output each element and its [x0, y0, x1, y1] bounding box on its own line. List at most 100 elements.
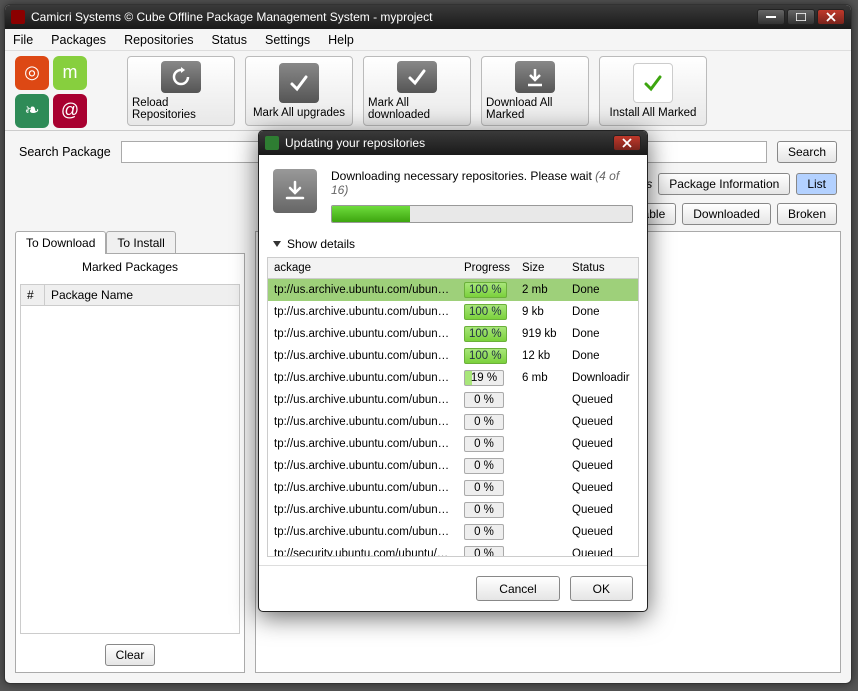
cell-status: Done: [566, 301, 638, 323]
download-row[interactable]: tp://us.archive.ubuntu.com/ubuntu/dists/…: [268, 367, 638, 389]
search-button[interactable]: Search: [777, 141, 837, 163]
menubar: File Packages Repositories Status Settings He…: [5, 29, 851, 51]
mark-dl-button[interactable]: Mark All downloaded: [363, 56, 471, 126]
app-icon: [11, 10, 25, 24]
cell-size: 919 kb: [516, 323, 566, 345]
broken-button[interactable]: Broken: [777, 203, 837, 225]
tab-to-install[interactable]: To Install: [106, 231, 175, 254]
cell-status: Queued: [566, 389, 638, 411]
cell-progress: 0 %: [458, 389, 516, 411]
menu-help[interactable]: Help: [328, 33, 354, 47]
menu-settings[interactable]: Settings: [265, 33, 310, 47]
ok-button[interactable]: OK: [570, 576, 633, 601]
download-row[interactable]: tp://us.archive.ubuntu.com/ubuntu/dists/…: [268, 521, 638, 543]
download-row[interactable]: tp://us.archive.ubuntu.com/ubuntu/dists/…: [268, 411, 638, 433]
cell-progress: 0 %: [458, 543, 516, 557]
download-row[interactable]: tp://us.archive.ubuntu.com/ubuntu/dists/…: [268, 301, 638, 323]
col-progress[interactable]: Progress: [458, 258, 516, 279]
minimize-button[interactable]: [757, 9, 785, 25]
download-row[interactable]: tp://us.archive.ubuntu.com/ubuntu/dists/…: [268, 345, 638, 367]
cell-status: Queued: [566, 499, 638, 521]
side-panel-body: Marked Packages # Package Name Clear: [15, 253, 245, 673]
cell-package: tp://us.archive.ubuntu.com/ubuntu/dists/…: [268, 367, 458, 389]
mark-dl-label: Mark All downloaded: [368, 97, 466, 121]
cell-package: tp://us.archive.ubuntu.com/ubuntu/dists/…: [268, 411, 458, 433]
close-button[interactable]: [817, 9, 845, 25]
tab-to-download[interactable]: To Download: [15, 231, 106, 254]
menu-file[interactable]: File: [13, 33, 33, 47]
download-row[interactable]: tp://us.archive.ubuntu.com/ubuntu/dists/…: [268, 455, 638, 477]
cell-progress: 19 %: [458, 367, 516, 389]
menu-repositories[interactable]: Repositories: [124, 33, 193, 47]
cell-size: 9 kb: [516, 301, 566, 323]
menu-status[interactable]: Status: [212, 33, 247, 47]
download-row[interactable]: tp://us.archive.ubuntu.com/ubuntu/dists/…: [268, 477, 638, 499]
cell-progress: 0 %: [458, 499, 516, 521]
col-size[interactable]: Size: [516, 258, 566, 279]
mark-upg-button[interactable]: Mark All upgrades: [245, 56, 353, 126]
cancel-button[interactable]: Cancel: [476, 576, 559, 601]
maximize-button[interactable]: [787, 9, 815, 25]
reload-icon: [161, 61, 201, 93]
cell-size: [516, 411, 566, 433]
cell-status: Done: [566, 345, 638, 367]
cell-progress: 0 %: [458, 521, 516, 543]
dialog-title: Updating your repositories: [285, 136, 425, 150]
ubuntu-icon: ◎: [15, 56, 49, 90]
cell-package: tp://us.archive.ubuntu.com/ubuntu/dists/…: [268, 389, 458, 411]
cell-status: Queued: [566, 543, 638, 557]
toolbar: ◎ m ❧ @ Reload RepositoriesMark All upgr…: [5, 51, 851, 131]
cell-progress: 0 %: [458, 411, 516, 433]
cell-package: tp://us.archive.ubuntu.com/ubuntu/dists/…: [268, 521, 458, 543]
chevron-down-icon: [273, 241, 281, 247]
cell-package: tp://us.archive.ubuntu.com/ubuntu/dists/…: [268, 499, 458, 521]
main-titlebar[interactable]: Camicri Systems © Cube Offline Package M…: [5, 5, 851, 29]
downloaded-button[interactable]: Downloaded: [682, 203, 771, 225]
col-number[interactable]: #: [21, 285, 45, 305]
cell-package: tp://us.archive.ubuntu.com/ubuntu/dists/…: [268, 477, 458, 499]
dialog-titlebar[interactable]: Updating your repositories: [259, 131, 647, 155]
side-tabs: To Download To Install: [15, 231, 245, 254]
cell-size: [516, 477, 566, 499]
download-icon: [515, 61, 555, 93]
window-title: Camicri Systems © Cube Offline Package M…: [31, 10, 432, 24]
install-marked-label: Install All Marked: [610, 107, 697, 119]
col-status[interactable]: Status: [566, 258, 638, 279]
cell-size: [516, 433, 566, 455]
cell-package: tp://us.archive.ubuntu.com/ubuntu/dists/…: [268, 433, 458, 455]
cell-package: tp://us.archive.ubuntu.com/ubuntu/dists/…: [268, 279, 458, 302]
cell-status: Queued: [566, 433, 638, 455]
check-icon: [279, 63, 319, 103]
show-details-toggle[interactable]: Show details: [259, 237, 647, 257]
download-row[interactable]: tp://us.archive.ubuntu.com/ubuntu/dists/…: [268, 279, 638, 302]
reload-button[interactable]: Reload Repositories: [127, 56, 235, 126]
col-package-name[interactable]: Package Name: [45, 285, 139, 305]
cell-size: [516, 389, 566, 411]
dialog-close-button[interactable]: [613, 135, 641, 151]
cell-package: tp://us.archive.ubuntu.com/ubuntu/dists/…: [268, 323, 458, 345]
package-info-button[interactable]: Package Information: [658, 173, 790, 195]
list-button[interactable]: List: [796, 173, 837, 195]
download-row[interactable]: tp://us.archive.ubuntu.com/ubuntu/dists/…: [268, 323, 638, 345]
install-marked-button[interactable]: Install All Marked: [599, 56, 707, 126]
download-row[interactable]: tp://us.archive.ubuntu.com/ubuntu/dists/…: [268, 499, 638, 521]
cell-progress: 0 %: [458, 433, 516, 455]
cell-package: tp://us.archive.ubuntu.com/ubuntu/dists/…: [268, 455, 458, 477]
download-row[interactable]: tp://us.archive.ubuntu.com/ubuntu/dists/…: [268, 433, 638, 455]
cell-size: 6 mb: [516, 367, 566, 389]
download-row[interactable]: tp://security.ubuntu.com/ubuntu/dists/pr…: [268, 543, 638, 557]
download-row[interactable]: tp://us.archive.ubuntu.com/ubuntu/dists/…: [268, 389, 638, 411]
cell-status: Queued: [566, 477, 638, 499]
cell-status: Queued: [566, 521, 638, 543]
marked-packages-list[interactable]: # Package Name: [20, 284, 240, 634]
download-table[interactable]: ackage Progress Size Status tp://us.arch…: [267, 257, 639, 557]
cell-package: tp://security.ubuntu.com/ubuntu/dists/pr…: [268, 543, 458, 557]
col-package[interactable]: ackage: [268, 258, 458, 279]
menu-packages[interactable]: Packages: [51, 33, 106, 47]
clear-button[interactable]: Clear: [105, 644, 156, 666]
cell-progress: 100 %: [458, 323, 516, 345]
distro-logos: ◎ m ❧ @: [15, 56, 115, 126]
dl-marked-button[interactable]: Download All Marked: [481, 56, 589, 126]
dialog-message: Downloading necessary repositories. Plea…: [331, 169, 633, 197]
dl-marked-label: Download All Marked: [486, 97, 584, 121]
